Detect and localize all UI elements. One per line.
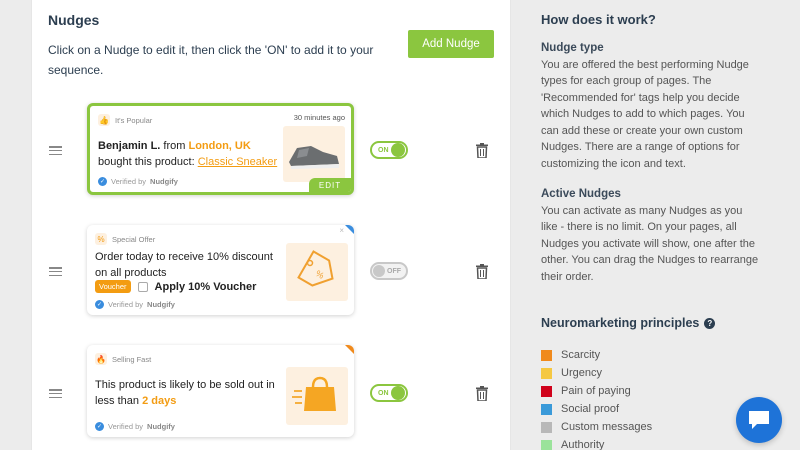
color-swatch bbox=[541, 349, 552, 361]
voucher-checkbox[interactable] bbox=[137, 281, 148, 292]
edit-label[interactable]: EDIT bbox=[309, 178, 351, 192]
nudge-row[interactable]: 🔥 Selling Fast This product is likely to… bbox=[32, 345, 512, 437]
discount-tag-image: % bbox=[286, 243, 348, 301]
principles-legend: Scarcity Urgency Pain of paying Social p… bbox=[541, 346, 652, 450]
toggle-on[interactable]: ON bbox=[370, 141, 408, 159]
section-text: You are offered the best performing Nudg… bbox=[541, 58, 749, 170]
drag-handle-icon[interactable] bbox=[49, 267, 62, 276]
verified-badge: ✓ Verified by Nudgify bbox=[95, 422, 175, 431]
help-icon[interactable]: ? bbox=[704, 317, 716, 329]
toggle-on[interactable]: ON bbox=[370, 384, 408, 402]
principles-heading: Neuromarketing principles ? bbox=[541, 316, 716, 330]
sidebar-title: How does it work? bbox=[541, 12, 656, 27]
check-icon: ✓ bbox=[98, 177, 107, 186]
nudge-tag: Special Offer bbox=[112, 234, 156, 244]
legend-item: Urgency bbox=[541, 364, 652, 382]
section-text: You can activate as many Nudges as you l… bbox=[541, 204, 759, 283]
voucher-label: Apply 10% Voucher bbox=[154, 280, 257, 293]
nudge-message: Order today to receive 10% discount on a… bbox=[95, 251, 273, 279]
toggle-off[interactable]: OFF bbox=[370, 262, 408, 280]
add-nudge-button[interactable]: Add Nudge bbox=[408, 30, 494, 58]
color-swatch bbox=[541, 367, 552, 379]
color-swatch bbox=[541, 421, 552, 433]
check-icon: ✓ bbox=[95, 300, 104, 309]
legend-item: Pain of paying bbox=[541, 382, 652, 400]
active-nudges-section: Active Nudges You can activate as many N… bbox=[541, 186, 761, 285]
svg-text:%: % bbox=[314, 268, 326, 281]
nudge-row[interactable]: 👍 It's Popular 30 minutes ago Benjamin L… bbox=[32, 103, 512, 195]
color-swatch bbox=[541, 403, 552, 415]
nudges-panel: Nudges Click on a Nudge to edit it, then… bbox=[31, 0, 511, 450]
verified-badge: ✓ Verified by Nudgify bbox=[95, 300, 175, 309]
nudge-message: This product is likely to be sold out in… bbox=[95, 379, 275, 407]
sneaker-image bbox=[283, 126, 345, 182]
drag-handle-icon[interactable] bbox=[49, 389, 62, 398]
thumbs-up-icon: 👍 bbox=[98, 114, 110, 126]
nudge-card-popular[interactable]: 👍 It's Popular 30 minutes ago Benjamin L… bbox=[87, 103, 354, 195]
voucher-badge: Voucher bbox=[95, 280, 131, 293]
nudge-type-section: Nudge type You are offered the best perf… bbox=[541, 40, 761, 172]
voucher-row: Voucher Apply 10% Voucher bbox=[95, 280, 256, 293]
color-swatch bbox=[541, 385, 552, 397]
trash-icon[interactable] bbox=[476, 264, 488, 279]
section-heading: Nudge type bbox=[541, 42, 604, 54]
nudge-message: Benjamin L. from London, UK bought this … bbox=[98, 140, 278, 168]
nudge-tag: Selling Fast bbox=[112, 354, 152, 364]
close-icon[interactable]: × bbox=[339, 226, 344, 235]
chat-button[interactable] bbox=[736, 397, 782, 443]
nudge-row[interactable]: × % Special Offer Order today to receive… bbox=[32, 225, 512, 315]
shopping-bag-icon bbox=[286, 367, 348, 425]
nudge-card-selling-fast[interactable]: 🔥 Selling Fast This product is likely to… bbox=[87, 345, 354, 437]
drag-handle-icon[interactable] bbox=[49, 146, 62, 155]
section-heading: Active Nudges bbox=[541, 188, 621, 200]
help-sidebar: How does it work? Nudge type You are off… bbox=[526, 0, 800, 450]
fire-icon: 🔥 bbox=[95, 353, 107, 365]
legend-item: Authority bbox=[541, 436, 652, 450]
legend-item: Social proof bbox=[541, 400, 652, 418]
page-title: Nudges bbox=[48, 12, 100, 28]
trash-icon[interactable] bbox=[476, 386, 488, 401]
trash-icon[interactable] bbox=[476, 143, 488, 158]
color-swatch bbox=[541, 439, 552, 450]
verified-badge: ✓ Verified by Nudgify bbox=[98, 177, 178, 186]
nudge-time: 30 minutes ago bbox=[293, 113, 345, 122]
percent-tag-icon: % bbox=[95, 233, 107, 245]
product-link[interactable]: Classic Sneaker bbox=[198, 156, 277, 168]
chat-bubble-icon bbox=[749, 411, 769, 429]
check-icon: ✓ bbox=[95, 422, 104, 431]
intro-text: Click on a Nudge to edit it, then click … bbox=[48, 43, 374, 77]
nudge-card-special-offer[interactable]: × % Special Offer Order today to receive… bbox=[87, 225, 354, 315]
legend-item: Custom messages bbox=[541, 418, 652, 436]
legend-item: Scarcity bbox=[541, 346, 652, 364]
nudge-tag: It's Popular bbox=[115, 115, 153, 125]
